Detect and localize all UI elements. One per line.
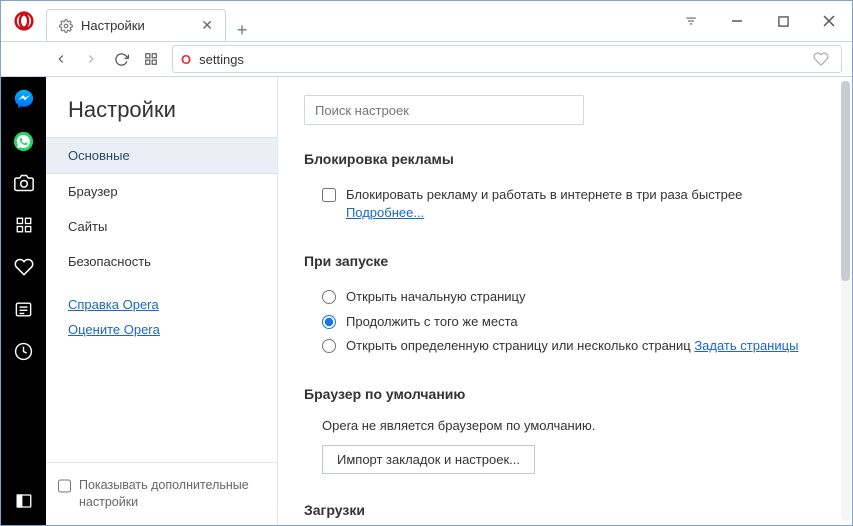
settings-nav: Основные Браузер Сайты Безопасность [46, 137, 277, 279]
tab-title: Настройки [81, 18, 193, 33]
history-rail-icon[interactable] [12, 339, 36, 363]
maximize-icon [778, 16, 789, 27]
minimize-icon [731, 15, 743, 27]
title-bar: Настройки ✕ + [1, 1, 852, 41]
back-button[interactable] [46, 44, 76, 74]
heart-rail-icon[interactable] [12, 255, 36, 279]
left-rail [1, 77, 46, 525]
section-default-browser: Браузер по умолчанию Opera не является б… [304, 386, 822, 474]
whatsapp-icon[interactable] [12, 129, 36, 153]
messenger-icon[interactable] [12, 87, 36, 111]
sidebar-item-basic[interactable]: Основные [46, 137, 277, 174]
tab-close-icon[interactable]: ✕ [201, 17, 213, 34]
section-title-adblock: Блокировка рекламы [304, 151, 822, 167]
section-title-downloads: Загрузки [304, 502, 822, 518]
window-controls [668, 1, 852, 41]
forward-button[interactable] [76, 44, 106, 74]
sidebar-item-browser[interactable]: Браузер [46, 174, 277, 209]
close-window-button[interactable] [806, 1, 852, 41]
startup-radio-specific[interactable] [322, 339, 336, 353]
chevron-right-icon [84, 52, 98, 66]
sidebar-links: Справка Opera Оцените Opera [46, 279, 277, 365]
opera-logo-icon [14, 11, 34, 31]
settings-sidebar: Настройки Основные Браузер Сайты Безопас… [46, 77, 278, 525]
settings-content: Блокировка рекламы Блокировать рекламу и… [278, 77, 852, 525]
scrollbar-thumb[interactable] [841, 81, 850, 281]
search-settings-input[interactable] [304, 95, 584, 125]
startup-label-specific: Открыть определенную страницу или нескол… [346, 337, 798, 355]
tab-settings[interactable]: Настройки ✕ [46, 9, 226, 41]
rate-link[interactable]: Оцените Opera [68, 322, 255, 337]
section-title-default-browser: Браузер по умолчанию [304, 386, 822, 402]
maximize-button[interactable] [760, 1, 806, 41]
sidebar-item-websites[interactable]: Сайты [46, 209, 277, 244]
settings-heading: Настройки [46, 97, 277, 137]
grid-icon [144, 52, 158, 66]
default-browser-status: Opera не является браузером по умолчанию… [304, 418, 822, 433]
section-startup: При запуске Открыть начальную страницу П… [304, 253, 822, 358]
startup-radio-continue[interactable] [322, 315, 336, 329]
content-wrap: Блокировка рекламы Блокировать рекламу и… [278, 77, 852, 525]
minimize-button[interactable] [714, 1, 760, 41]
advanced-settings-checkbox[interactable] [58, 479, 71, 493]
news-rail-icon[interactable] [12, 297, 36, 321]
opera-menu-button[interactable] [1, 1, 46, 41]
main-area: Настройки Основные Браузер Сайты Безопас… [1, 77, 852, 525]
import-bookmarks-button[interactable]: Импорт закладок и настроек... [322, 445, 535, 474]
address-input[interactable] [199, 52, 813, 67]
chevron-left-icon [54, 52, 68, 66]
adblock-checkbox[interactable] [322, 188, 336, 202]
address-bar[interactable]: O [172, 45, 842, 73]
grid-rail-icon[interactable] [12, 213, 36, 237]
adblock-label: Блокировать рекламу и работать в интерне… [346, 186, 822, 222]
section-downloads: Загрузки [304, 502, 822, 518]
gear-icon [59, 19, 73, 33]
window-menu-button[interactable] [668, 1, 714, 41]
new-tab-button[interactable]: + [226, 20, 258, 41]
reload-button[interactable] [106, 44, 136, 74]
address-badge: O [181, 52, 191, 67]
help-link[interactable]: Справка Opera [68, 297, 255, 312]
startup-radio-start-page[interactable] [322, 290, 336, 304]
advanced-settings-label[interactable]: Показывать дополнительные настройки [79, 477, 265, 511]
section-title-startup: При запуске [304, 253, 822, 269]
adblock-learn-more-link[interactable]: Подробнее... [346, 205, 424, 220]
startup-label-continue: Продолжить с того же места [346, 313, 518, 331]
sidebar-toggle-icon[interactable] [12, 489, 36, 513]
reload-icon [114, 52, 129, 67]
startup-label-start-page: Открыть начальную страницу [346, 288, 526, 306]
tabs-area: Настройки ✕ + [46, 1, 668, 41]
section-adblock: Блокировка рекламы Блокировать рекламу и… [304, 151, 822, 225]
sidebar-item-privacy[interactable]: Безопасность [46, 244, 277, 279]
sidebar-footer: Показывать дополнительные настройки [46, 462, 277, 525]
speed-dial-button[interactable] [136, 44, 166, 74]
toolbar: O [1, 41, 852, 77]
bookmark-heart-icon[interactable] [813, 51, 833, 67]
camera-icon[interactable] [12, 171, 36, 195]
close-icon [823, 15, 835, 27]
startup-set-pages-link[interactable]: Задать страницы [694, 338, 798, 353]
